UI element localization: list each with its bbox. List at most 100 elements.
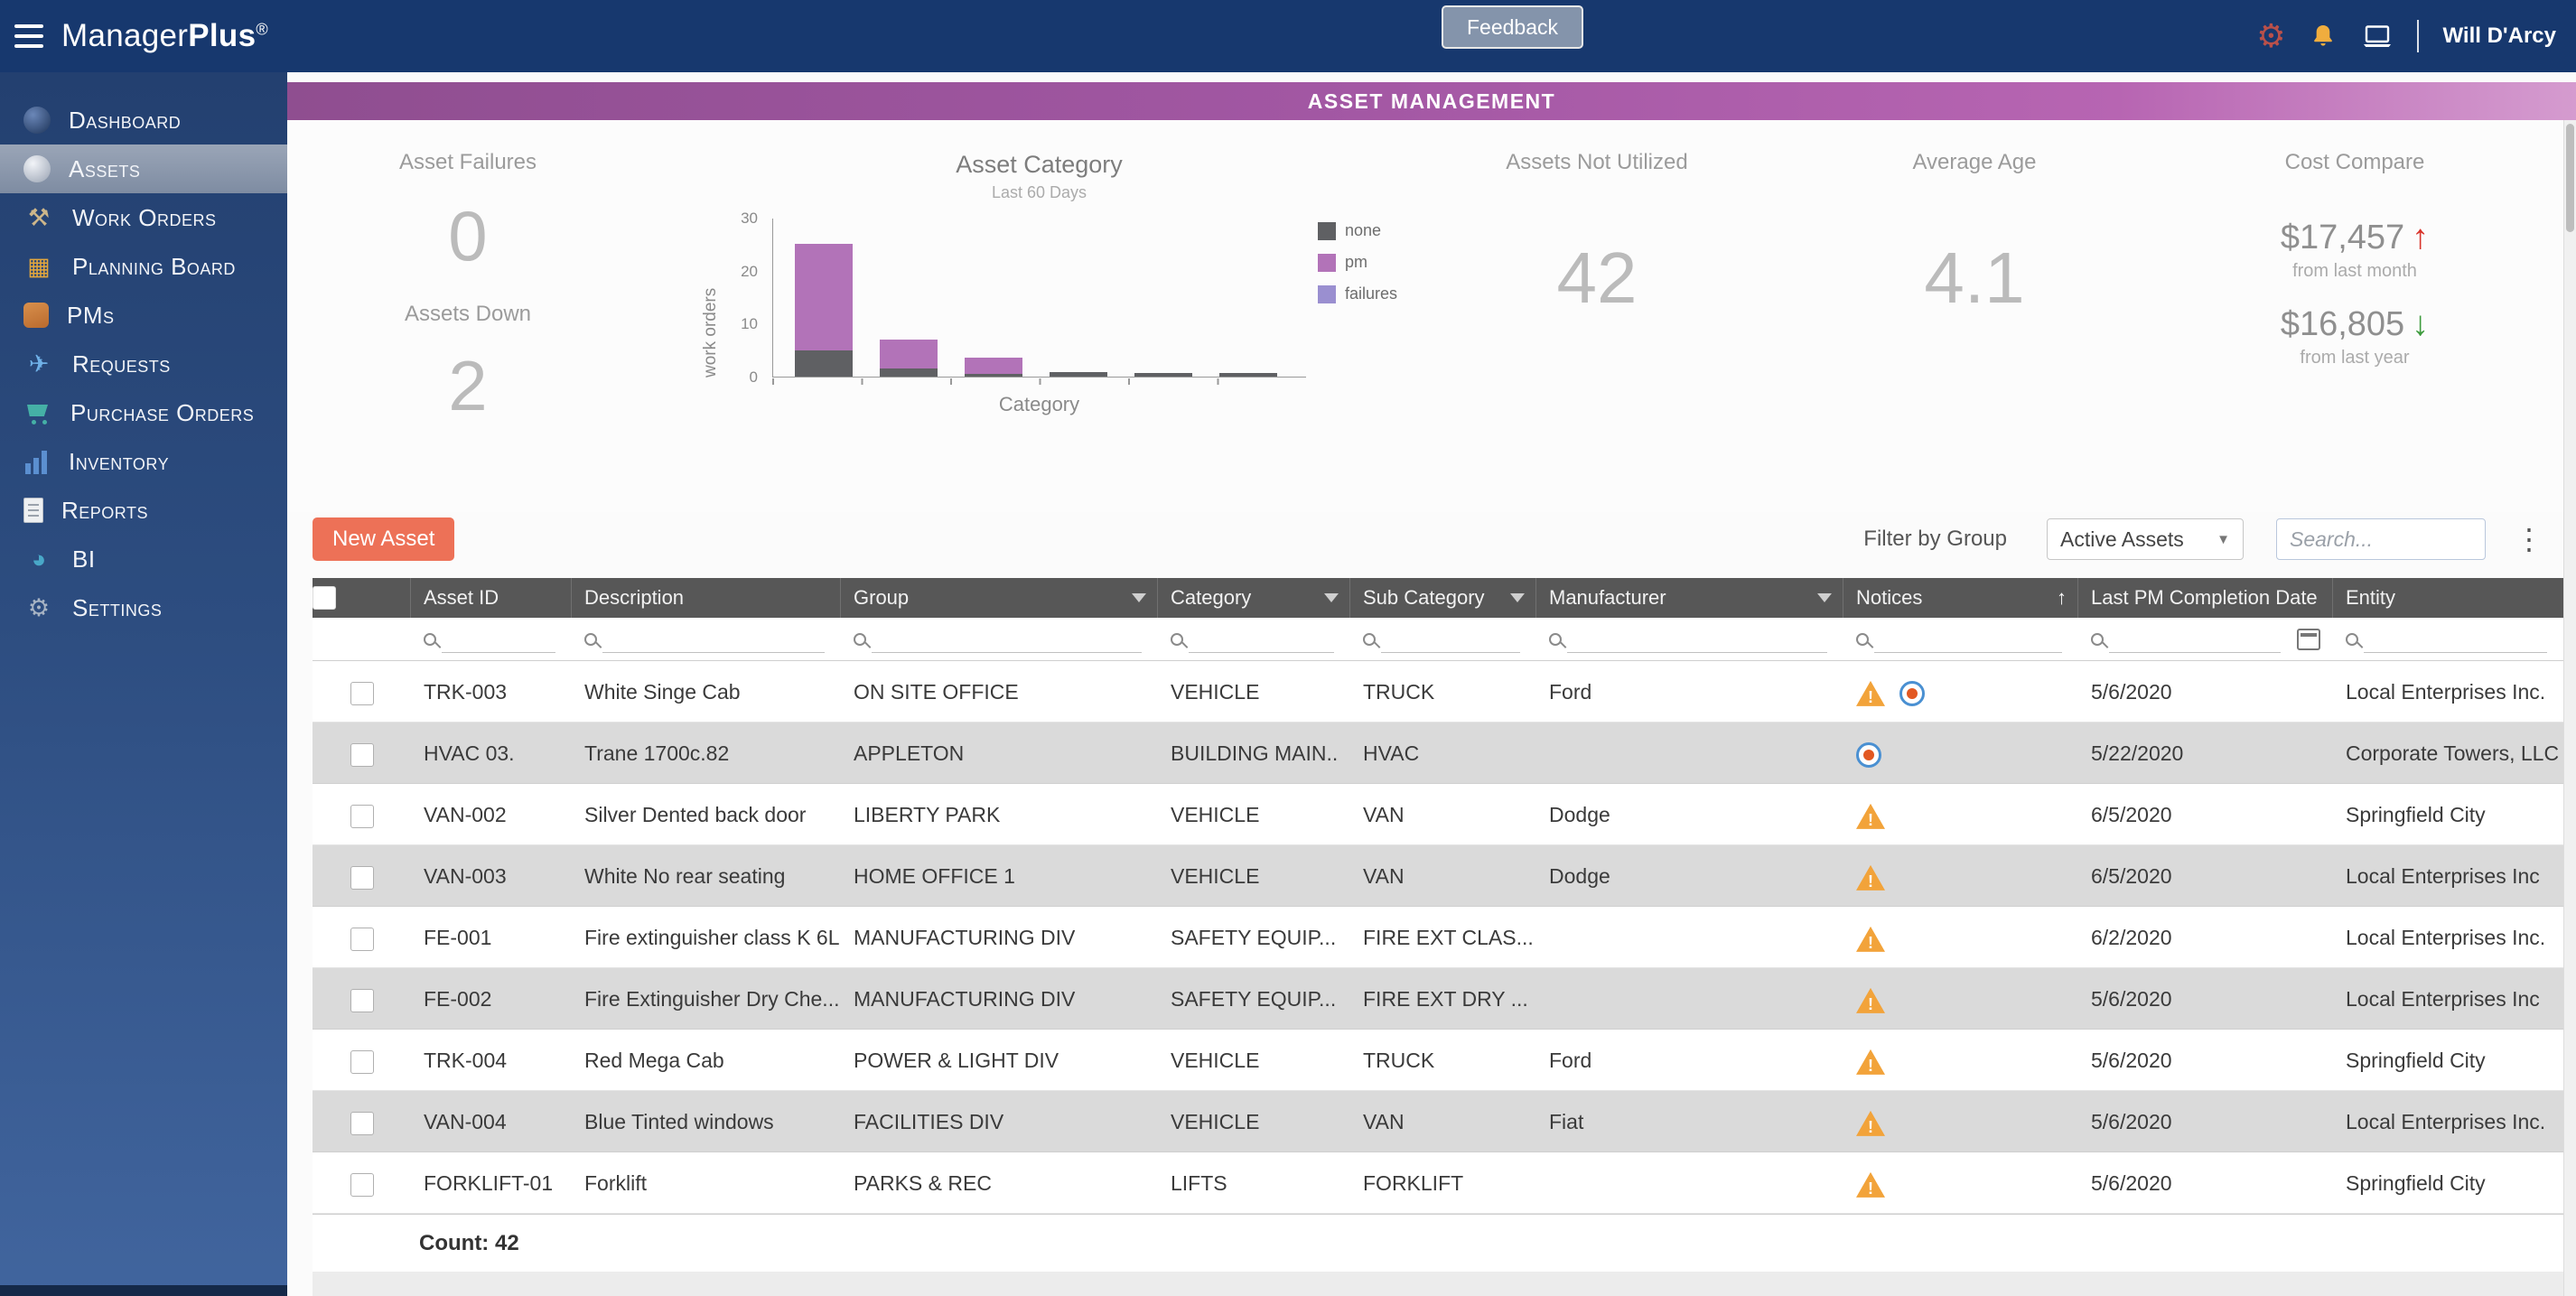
column-filter-input[interactable] xyxy=(1874,625,2062,653)
warning-icon[interactable]: ! xyxy=(1856,1110,1885,1136)
device-laptop-icon[interactable] xyxy=(2361,22,2394,51)
warning-icon[interactable]: ! xyxy=(1856,1171,1885,1198)
column-filter-input[interactable] xyxy=(872,625,1142,653)
stats-dashboard: Asset Failures 0 Assets Down 2 Asset Cat… xyxy=(287,120,2576,512)
cell-notices: ! xyxy=(1843,968,2078,1029)
chart-bar-segment-pm xyxy=(795,244,853,350)
feedback-button[interactable]: Feedback xyxy=(1442,5,1584,49)
row-checkbox[interactable] xyxy=(350,804,374,828)
table-row[interactable]: TRK-003 White Singe Cab ON SITE OFFICE VEHI… xyxy=(313,661,2563,723)
sidebar-item-bi[interactable]: ◕ BI xyxy=(0,535,287,583)
column-filter-input[interactable] xyxy=(602,625,825,653)
table-row[interactable]: FE-002 Fire Extinguisher Dry Che... MANUFA… xyxy=(313,968,2563,1030)
table-row[interactable]: FE-001 Fire extinguisher class K 6L MANUFA… xyxy=(313,907,2563,968)
sidebar-item-inventory[interactable]: Inventory xyxy=(0,437,287,486)
legend-label: failures xyxy=(1345,284,1398,303)
warning-icon[interactable]: ! xyxy=(1856,680,1885,706)
meter-reading-icon[interactable] xyxy=(1899,680,1925,706)
filter-by-group-button[interactable]: Filter by Group xyxy=(1863,527,2007,552)
table-row[interactable]: VAN-002 Silver Dented back door LIBERTY PA… xyxy=(313,784,2563,845)
sidebar: Dashboard Assets ⚒ Work Orders ▦ Planning Boa… xyxy=(0,72,287,1296)
table-row[interactable]: FORKLIFT-01 Forklift PARKS & REC LIFTS FORKL… xyxy=(313,1152,2563,1214)
sidebar-item-reports[interactable]: Reports xyxy=(0,486,287,535)
cost-down-arrow-icon: ↓ xyxy=(2412,305,2430,343)
column-filter-input[interactable] xyxy=(1381,625,1520,653)
row-checkbox[interactable] xyxy=(350,988,374,1012)
row-checkbox[interactable] xyxy=(350,742,374,767)
user-menu[interactable]: Will D'Arcy xyxy=(2442,23,2556,49)
row-checkbox[interactable] xyxy=(350,1111,374,1135)
search-input[interactable] xyxy=(2276,518,2486,560)
table-row[interactable]: HVAC 03. Trane 1700c.82 APPLETON BUILDING M… xyxy=(313,723,2563,784)
calendar-icon[interactable] xyxy=(2297,628,2320,650)
column-header-notices[interactable]: Notices ↑ xyxy=(1843,578,2078,618)
table-row[interactable]: VAN-003 White No rear seating HOME OFFICE … xyxy=(313,845,2563,907)
sidebar-item-work-orders[interactable]: ⚒ Work Orders xyxy=(0,193,287,242)
column-header-entity[interactable]: Entity xyxy=(2333,578,2563,618)
column-filter-input[interactable] xyxy=(2109,625,2281,653)
column-header-description[interactable]: Description xyxy=(572,578,841,618)
filter-funnel-icon[interactable] xyxy=(1324,593,1339,602)
sidebar-item-requests[interactable]: ✈ Requests xyxy=(0,340,287,388)
column-header-sub-category[interactable]: Sub Category xyxy=(1350,578,1536,618)
legend-swatch xyxy=(1318,284,1336,303)
notifications-bell-icon[interactable] xyxy=(2309,22,2338,51)
sidebar-item-planning-board[interactable]: ▦ Planning Board xyxy=(0,242,287,291)
filter-funnel-icon[interactable] xyxy=(1817,593,1832,602)
column-filter-input[interactable] xyxy=(442,625,555,653)
sort-ascending-icon[interactable]: ↑ xyxy=(2057,586,2067,610)
row-checkbox[interactable] xyxy=(350,681,374,705)
column-header-label: Sub Category xyxy=(1363,586,1485,609)
row-checkbox[interactable] xyxy=(350,1172,374,1197)
column-filter-input[interactable] xyxy=(1189,625,1334,653)
select-all-checkbox[interactable] xyxy=(313,586,336,610)
warning-icon[interactable]: ! xyxy=(1856,864,1885,890)
column-header-asset-id[interactable]: Asset ID xyxy=(411,578,572,618)
row-checkbox[interactable] xyxy=(350,1049,374,1074)
cell-category: VEHICLE xyxy=(1171,803,1260,826)
table-row[interactable]: TRK-004 Red Mega Cab POWER & LIGHT DIV VEHI… xyxy=(313,1030,2563,1091)
row-checkbox[interactable] xyxy=(350,865,374,890)
warning-icon[interactable]: ! xyxy=(1856,803,1885,829)
cell-entity: Springfield City xyxy=(2346,803,2486,826)
column-header-last-pm-completion-date[interactable]: Last PM Completion Date xyxy=(2078,578,2333,618)
sidebar-item-settings[interactable]: ⚙ Settings xyxy=(0,583,287,632)
column-header-category[interactable]: Category xyxy=(1158,578,1350,618)
chart-bar-segment-none xyxy=(1219,373,1277,377)
header-select-all-cell[interactable] xyxy=(313,578,411,618)
hamburger-menu-icon[interactable] xyxy=(0,0,58,72)
more-options-icon[interactable]: ⋮ xyxy=(2509,522,2549,556)
warning-icon[interactable]: ! xyxy=(1856,926,1885,952)
brand-bold: Plus xyxy=(188,18,257,53)
table-row[interactable]: VAN-004 Blue Tinted windows FACILITIES DIV… xyxy=(313,1091,2563,1152)
scrollbar-thumb[interactable] xyxy=(2566,124,2574,232)
app-logo[interactable]: ManagerPlus® xyxy=(61,18,268,54)
sidebar-item-assets[interactable]: Assets xyxy=(0,145,287,193)
cell-group: ON SITE OFFICE xyxy=(854,680,1019,704)
warning-exclamation: ! xyxy=(1868,872,1873,890)
column-header-manufacturer[interactable]: Manufacturer xyxy=(1536,578,1843,618)
column-filter-input[interactable] xyxy=(2364,625,2547,653)
column-filter-input[interactable] xyxy=(1567,625,1827,653)
cell-sub_category: HVAC xyxy=(1363,741,1420,765)
new-asset-button[interactable]: New Asset xyxy=(313,517,455,561)
sidebar-item-purchase-orders[interactable]: Purchase Orders xyxy=(0,388,287,437)
vertical-scrollbar[interactable] xyxy=(2563,120,2576,1296)
row-checkbox[interactable] xyxy=(350,927,374,951)
sidebar-item-pms[interactable]: PMs xyxy=(0,291,287,340)
settings-gear-icon[interactable]: ⚙ xyxy=(2256,20,2285,52)
filter-funnel-icon[interactable] xyxy=(1510,593,1525,602)
column-header-label: Asset ID xyxy=(424,586,499,609)
warning-icon[interactable]: ! xyxy=(1856,1049,1885,1075)
meter-reading-icon[interactable] xyxy=(1856,741,1881,768)
filter-funnel-icon[interactable] xyxy=(1132,593,1146,602)
chevron-down-icon: ▼ xyxy=(2217,531,2230,547)
column-header-label: Description xyxy=(584,586,685,609)
sidebar-item-label: Purchase Orders xyxy=(70,398,255,426)
reports-icon xyxy=(23,498,43,523)
sidebar-item-label: Planning Board xyxy=(72,252,236,280)
warning-icon[interactable]: ! xyxy=(1856,987,1885,1013)
active-assets-select[interactable]: Active Assets ▼ xyxy=(2047,518,2244,560)
sidebar-item-dashboard[interactable]: Dashboard xyxy=(0,96,287,145)
column-header-group[interactable]: Group xyxy=(841,578,1158,618)
